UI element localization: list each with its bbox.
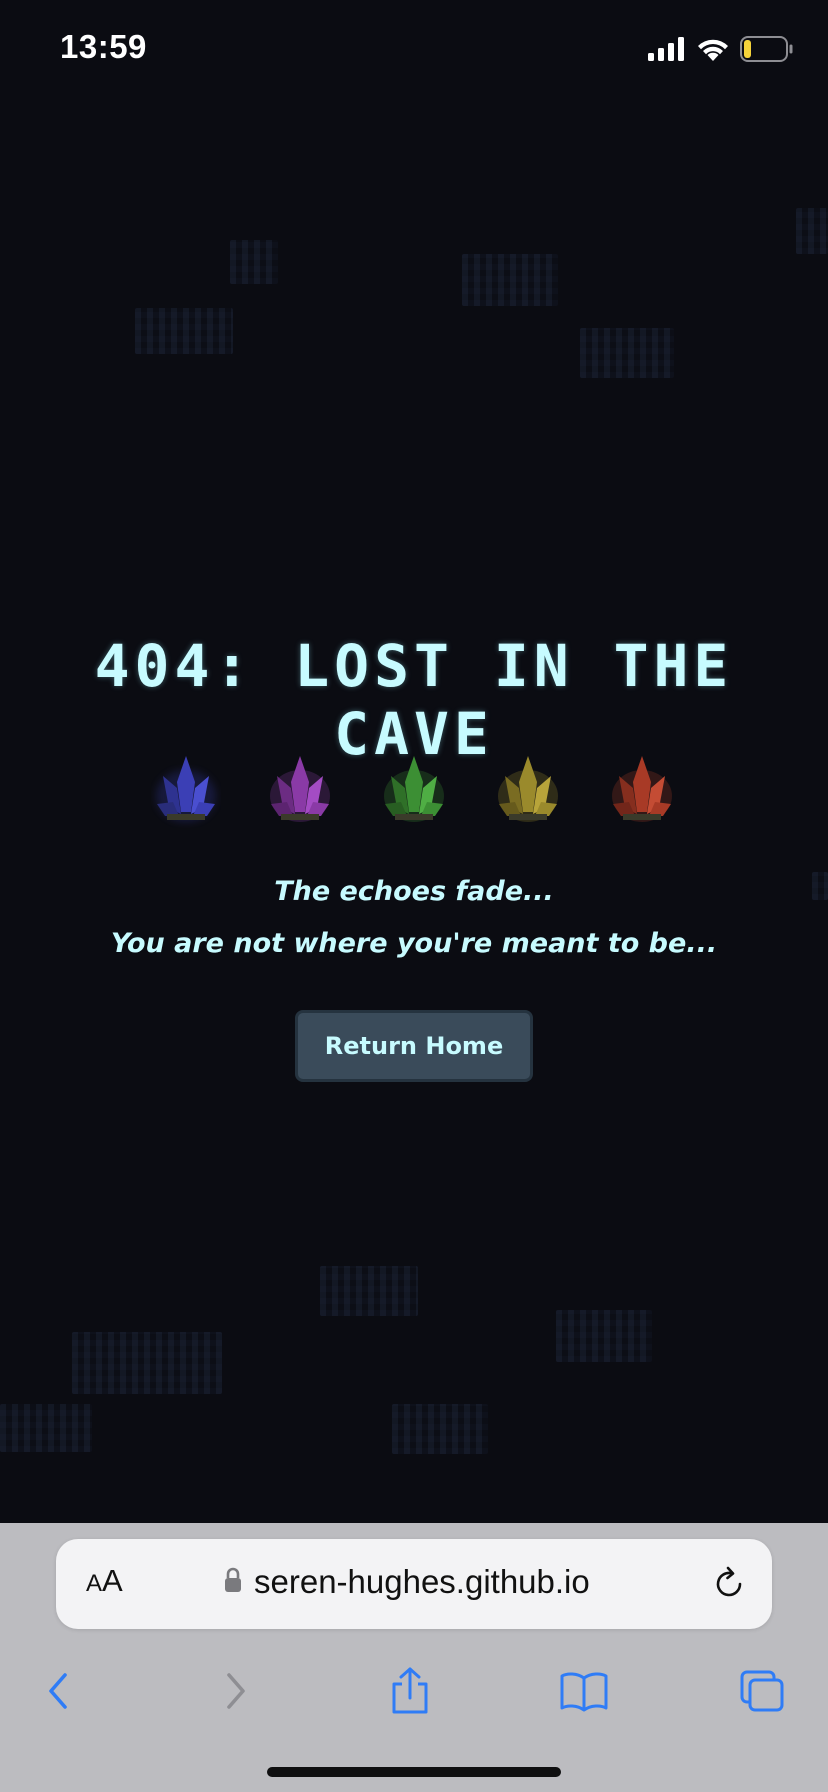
text-size-button[interactable]: AA	[86, 1563, 123, 1599]
background-decoration	[0, 1404, 92, 1452]
status-icons	[648, 36, 794, 66]
yellow-crystal-icon	[493, 752, 563, 828]
text-size-small-a: A	[86, 1570, 103, 1597]
home-indicator	[267, 1767, 561, 1777]
screen: 13:59 404: LOST IN THE CAVE The echoes f…	[0, 0, 828, 1792]
background-decoration	[392, 1404, 488, 1454]
battery-low-icon	[740, 36, 794, 66]
background-decoration	[135, 308, 233, 354]
return-home-button[interactable]: Return Home	[295, 1010, 533, 1082]
message-line-2: You are not where you're meant to be...	[110, 928, 718, 959]
back-chevron-icon[interactable]	[30, 1663, 86, 1719]
browser-toolbar	[0, 1653, 828, 1753]
background-decoration	[72, 1332, 222, 1394]
status-time: 13:59	[60, 28, 147, 65]
purple-crystal-icon	[265, 752, 335, 828]
blue-crystal-icon	[151, 752, 221, 828]
status-bar: 13:59	[0, 0, 828, 100]
url-text: seren-hughes.github.io	[254, 1563, 590, 1600]
red-crystal-icon	[607, 752, 677, 828]
share-icon[interactable]	[382, 1663, 438, 1719]
background-decoration	[580, 328, 674, 378]
background-decoration	[230, 240, 278, 284]
cellular-signal-icon	[648, 37, 686, 65]
background-decoration	[320, 1266, 418, 1316]
reload-icon[interactable]	[710, 1565, 748, 1603]
address-bar[interactable]: AA seren-hughes.github.io	[56, 1539, 772, 1629]
crystal-row	[0, 752, 828, 828]
page-title: 404: LOST IN THE CAVE	[94, 632, 734, 768]
text-size-big-a: A	[102, 1563, 123, 1598]
url-display[interactable]: seren-hughes.github.io	[224, 1563, 590, 1601]
message-line-1: The echoes fade...	[274, 876, 554, 907]
background-decoration	[462, 254, 558, 306]
background-decoration	[796, 208, 828, 254]
lock-icon	[224, 1563, 242, 1601]
green-crystal-icon	[379, 752, 449, 828]
forward-chevron-icon[interactable]	[208, 1663, 264, 1719]
bookmarks-icon[interactable]	[556, 1663, 612, 1719]
tabs-icon[interactable]	[734, 1663, 790, 1719]
browser-bottom-bar: AA seren-hughes.github.io	[0, 1523, 828, 1792]
background-decoration	[556, 1310, 652, 1362]
wifi-icon	[696, 36, 730, 66]
